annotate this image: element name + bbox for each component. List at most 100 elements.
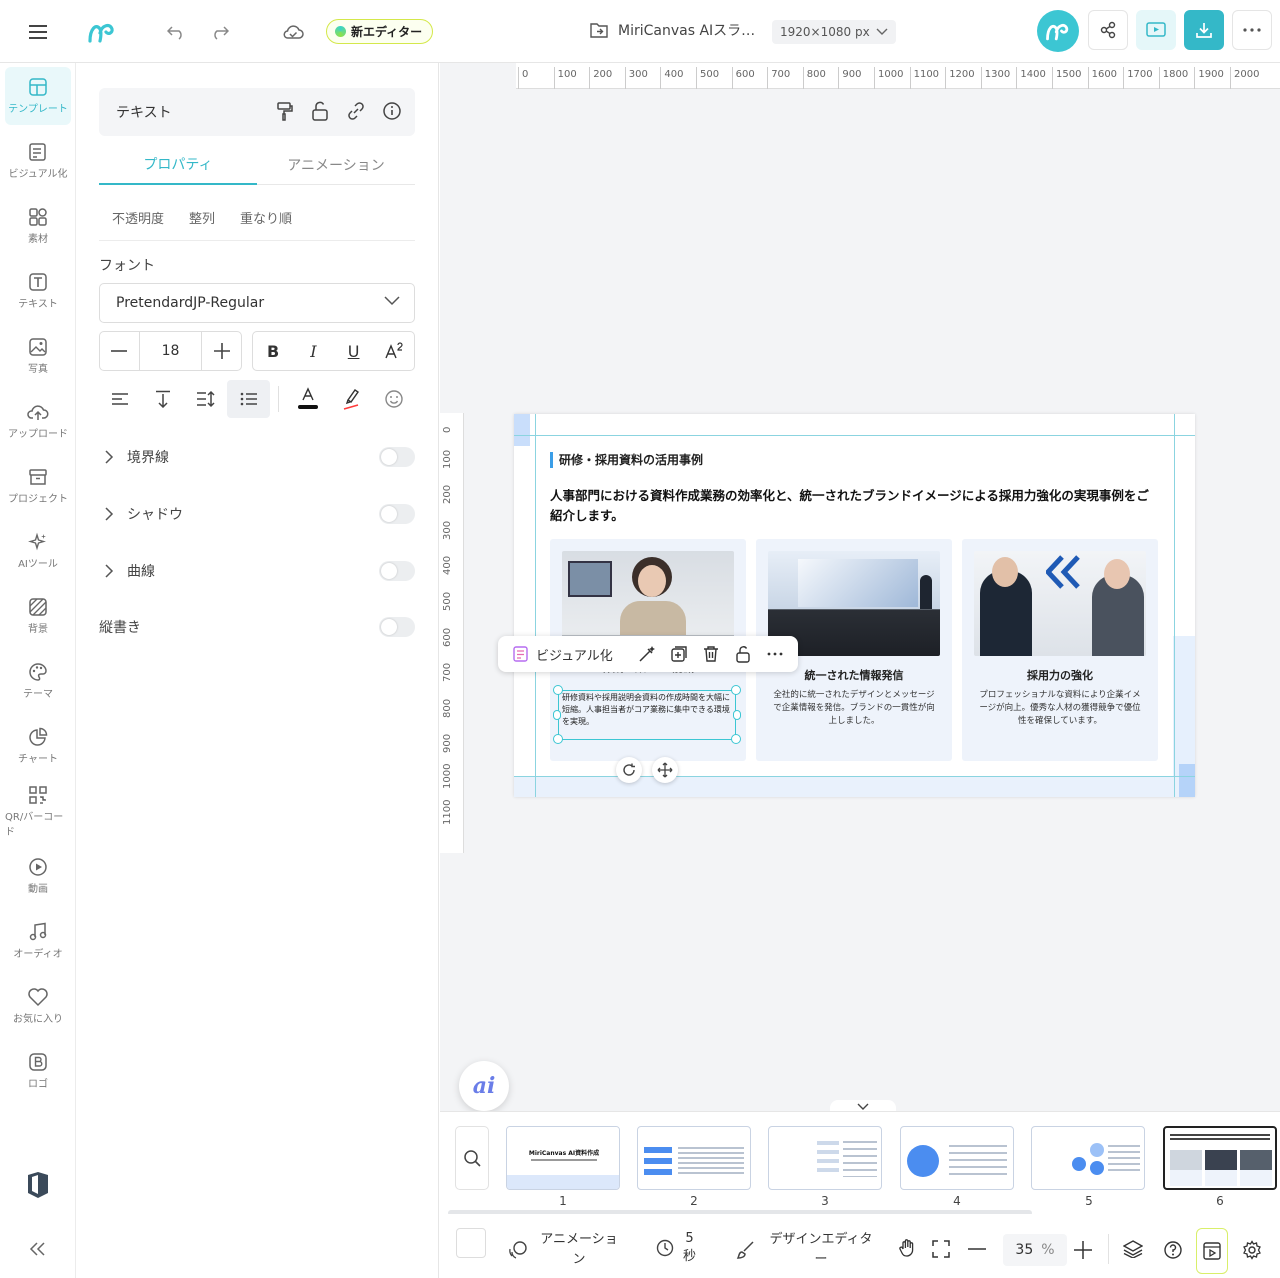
curve-toggle[interactable]	[379, 561, 415, 581]
move-button[interactable]	[652, 757, 678, 783]
presenter-view-button[interactable]	[1196, 1228, 1228, 1274]
rail-item-chart[interactable]: チャート	[5, 717, 71, 775]
page-thumbnail-5[interactable]	[1031, 1126, 1145, 1190]
rail-item-logo[interactable]: ロゴ	[5, 1042, 71, 1100]
vertical-text-row[interactable]: 縦書き	[99, 612, 415, 642]
page-thumbnail-3[interactable]	[768, 1126, 882, 1190]
card-photo[interactable]	[974, 551, 1146, 656]
share-button[interactable]	[1088, 10, 1128, 50]
page-thumbnail-1[interactable]: MiriCanvas AI資料作成	[506, 1126, 620, 1190]
brand-shield-icon[interactable]	[26, 1171, 50, 1199]
settings-icon[interactable]	[1242, 1240, 1262, 1260]
tab-animation[interactable]: アニメーション	[257, 145, 415, 185]
canvas-size-select[interactable]: 1920×1080 px	[772, 20, 896, 44]
link-icon[interactable]	[345, 100, 367, 122]
increase-size-button[interactable]	[201, 332, 241, 370]
page-thumbnail-2[interactable]	[637, 1126, 751, 1190]
rotate-button[interactable]	[616, 757, 642, 783]
rail-item-photo[interactable]: 写真	[5, 327, 71, 385]
rail-item-text[interactable]: テキスト	[5, 262, 71, 320]
emoji-button[interactable]	[372, 380, 415, 418]
rail-item-elements[interactable]: 素材	[5, 197, 71, 255]
resize-handle[interactable]	[731, 734, 741, 744]
cloud-saved-icon[interactable]	[277, 16, 309, 48]
present-button[interactable]	[1136, 10, 1176, 50]
collapse-rail-icon[interactable]	[28, 1241, 48, 1257]
border-row[interactable]: 境界線	[99, 442, 415, 472]
superscript-button[interactable]	[374, 332, 414, 370]
font-select[interactable]: PretendardJP-Regular	[99, 283, 415, 323]
more-button[interactable]	[1232, 10, 1272, 50]
rail-item-audio[interactable]: オーディオ	[5, 912, 71, 970]
help-icon[interactable]	[1163, 1240, 1183, 1260]
more-icon[interactable]	[766, 645, 784, 663]
magic-wand-icon[interactable]	[638, 645, 656, 663]
page-thumbnail-6[interactable]	[1163, 1126, 1277, 1190]
underline-button[interactable]: U	[334, 332, 374, 370]
resize-handle[interactable]	[553, 710, 561, 720]
unlock-icon[interactable]	[309, 100, 331, 122]
undo-icon[interactable]	[160, 16, 192, 48]
tab-properties[interactable]: プロパティ	[99, 145, 257, 185]
decrease-size-button[interactable]	[100, 332, 140, 370]
info-icon[interactable]	[381, 100, 403, 122]
unlock-icon[interactable]	[734, 645, 752, 663]
rail-item-theme[interactable]: テーマ	[5, 652, 71, 710]
zoom-out-button[interactable]	[968, 1248, 986, 1250]
miricanvas-logo[interactable]	[84, 16, 120, 48]
curve-row[interactable]: 曲線	[99, 556, 415, 586]
vertical-text-toggle[interactable]	[379, 617, 415, 637]
align-button[interactable]: 整列	[189, 208, 215, 227]
text-color-button[interactable]	[287, 380, 330, 418]
border-toggle[interactable]	[379, 447, 415, 467]
redo-icon[interactable]	[204, 16, 236, 48]
resize-handle[interactable]	[731, 685, 741, 695]
shadow-row[interactable]: シャドウ	[99, 499, 415, 529]
italic-button[interactable]: I	[293, 332, 333, 370]
format-painter-icon[interactable]	[273, 100, 295, 122]
fullscreen-icon[interactable]	[932, 1240, 950, 1258]
shadow-toggle[interactable]	[379, 504, 415, 524]
line-spacing-button[interactable]	[184, 380, 227, 418]
animation-button[interactable]: アニメーション	[508, 1230, 620, 1270]
hand-tool-icon[interactable]	[898, 1238, 918, 1258]
duration-button[interactable]: 5 秒	[655, 1230, 696, 1266]
resize-handle[interactable]	[553, 734, 563, 744]
opacity-button[interactable]: 不透明度	[112, 208, 164, 227]
background-color-swatch[interactable]	[456, 1228, 486, 1258]
font-size-input[interactable]: 18	[140, 332, 202, 370]
vertical-align-button[interactable]	[142, 380, 185, 418]
page-thumbnail-4[interactable]	[900, 1126, 1014, 1190]
text-align-button[interactable]	[99, 380, 142, 418]
resize-handle[interactable]	[553, 685, 563, 695]
rail-item-project[interactable]: プロジェクト	[5, 457, 71, 515]
ai-assistant-button[interactable]: ai	[459, 1061, 509, 1111]
highlight-button[interactable]	[330, 380, 373, 418]
resize-handle[interactable]	[733, 710, 741, 720]
trash-icon[interactable]	[702, 645, 720, 663]
bold-button[interactable]: B	[253, 332, 293, 370]
rail-item-video[interactable]: 動画	[5, 847, 71, 905]
design-editor-button[interactable]: デザインエディター	[736, 1230, 876, 1270]
rail-item-upload[interactable]: アップロード	[5, 392, 71, 450]
rail-item-background[interactable]: 背景	[5, 587, 71, 645]
layers-icon[interactable]	[1123, 1240, 1143, 1258]
zoom-pages-button[interactable]	[455, 1126, 489, 1190]
slide-description[interactable]: 人事部門における資料作成業務の効率化と、統一されたブランドイメージによる採用力強…	[550, 486, 1160, 526]
zoom-input[interactable]: 35 %	[1003, 1234, 1067, 1266]
rail-item-qr[interactable]: QR/バーコード	[5, 782, 71, 840]
duplicate-icon[interactable]	[670, 645, 688, 663]
layer-order-button[interactable]: 重なり順	[240, 208, 292, 227]
rail-item-template[interactable]: テンプレート	[5, 67, 71, 125]
menu-icon[interactable]	[22, 16, 54, 48]
list-button[interactable]	[227, 380, 270, 418]
new-editor-badge[interactable]: 新エディター	[326, 19, 434, 44]
slide-header[interactable]: 研修・採用資料の活用事例	[550, 452, 703, 468]
visualize-button[interactable]: ビジュアル化	[536, 645, 613, 664]
rail-item-ai-tools[interactable]: AIツール	[5, 522, 71, 580]
zoom-in-button[interactable]	[1074, 1241, 1092, 1259]
download-button[interactable]	[1184, 10, 1224, 50]
avatar[interactable]	[1037, 10, 1079, 52]
document-title[interactable]: MiriCanvas AIスラ…	[590, 20, 755, 40]
case-card[interactable]: 採用力の強化 プロフェッショナルな資料により企業イメージが向上。優秀な人材の獲得…	[962, 539, 1158, 761]
